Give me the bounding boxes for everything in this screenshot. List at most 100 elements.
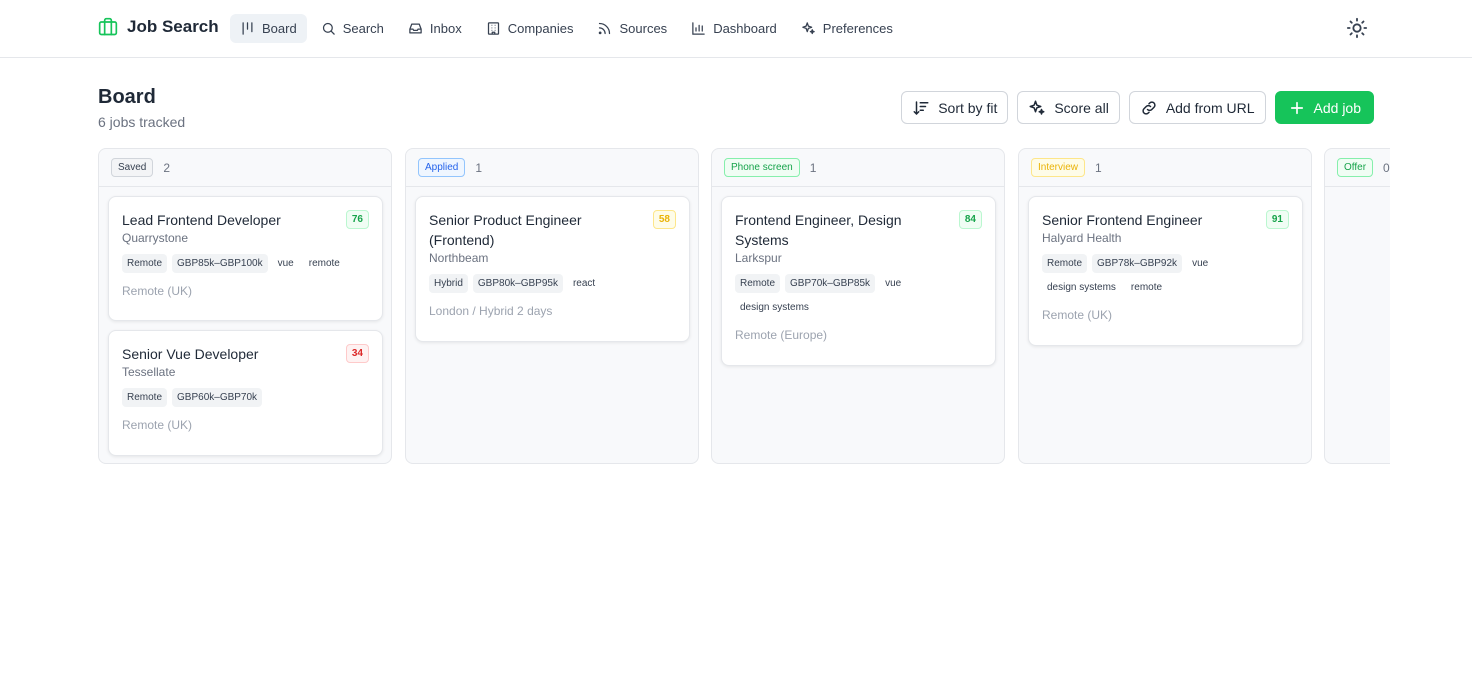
score-all-button[interactable]: Score all — [1017, 91, 1120, 124]
app-title: Job Search — [127, 17, 219, 36]
tag: GBP60k–GBP70k — [172, 388, 263, 407]
sort-by-fit-button[interactable]: Sort by fit — [901, 91, 1009, 124]
tag: Remote — [1042, 254, 1088, 273]
job-card[interactable]: Senior Vue Developer Tessellate 34 Remot… — [108, 330, 383, 456]
column-saved: Saved 2 Lead Frontend Developer Quarryst… — [98, 148, 392, 464]
nav-search-label: Search — [342, 21, 384, 36]
nav-dashboard[interactable]: Dashboard — [681, 14, 787, 43]
tag: Remote — [122, 388, 168, 407]
kanban-board: Saved 2 Lead Frontend Developer Quarryst… — [98, 148, 1390, 466]
search-icon — [322, 22, 335, 35]
nav-inbox[interactable]: Inbox — [398, 14, 472, 43]
nav-companies-label: Companies — [507, 21, 574, 36]
job-title: Frontend Engineer, Design Systems — [735, 212, 902, 248]
nav-dashboard-label: Dashboard — [713, 21, 777, 36]
column-count: 1 — [475, 160, 483, 175]
company-name: Northbeam — [429, 251, 489, 265]
stage-badge-applied: Applied — [418, 158, 466, 177]
stage-badge-interview: Interview — [1031, 158, 1086, 177]
jobs-count: 6 jobs tracked — [98, 114, 186, 130]
brand[interactable]: Job Search — [98, 17, 219, 37]
fit-score-badge: 34 — [345, 344, 369, 363]
nav-search[interactable]: Search — [311, 14, 394, 43]
tag: react — [572, 278, 596, 289]
stage-badge-phone-screen: Phone screen — [724, 158, 800, 177]
column-header: Offer 0 — [1325, 149, 1390, 187]
job-card[interactable]: Frontend Engineer, Design Systems Larksp… — [721, 196, 996, 366]
company-name: Larkspur — [735, 251, 782, 265]
tag: Remote — [735, 274, 781, 293]
job-location: Remote (UK) — [122, 418, 193, 432]
tag: remote — [1130, 282, 1163, 293]
nav-board-label: Board — [262, 21, 297, 36]
stage-badge-offer: Offer — [1337, 158, 1374, 177]
column-header: Phone screen 1 — [712, 149, 1004, 187]
plus-icon — [1290, 101, 1303, 114]
rss-icon — [599, 22, 611, 35]
tag: Remote — [122, 254, 168, 273]
tag: GBP78k–GBP92k — [1092, 254, 1183, 273]
sort-icon — [913, 100, 929, 115]
add-job-button[interactable]: Add job — [1274, 91, 1374, 124]
fit-score-badge: 84 — [958, 210, 982, 229]
add-from-url-label: Add from URL — [1165, 99, 1255, 116]
company-name: Tessellate — [122, 365, 176, 379]
sun-icon[interactable] — [1346, 17, 1368, 39]
column-count: 0 — [1383, 160, 1390, 175]
fit-score-badge: 76 — [345, 210, 369, 229]
nav-sources-label: Sources — [619, 21, 668, 36]
job-card[interactable]: Senior Product Engineer (Frontend) North… — [415, 196, 690, 342]
job-title: Senior Vue Developer — [122, 346, 259, 362]
tag: design systems — [740, 302, 809, 313]
company-name: Halyard Health — [1042, 231, 1122, 245]
column-offer: Offer 0 — [1324, 148, 1390, 464]
link-icon — [1142, 100, 1156, 115]
job-location: Remote (Europe) — [735, 328, 828, 342]
column-interview: Interview 1 Senior Frontend Engineer Hal… — [1018, 148, 1312, 464]
fit-score-badge: 91 — [1265, 210, 1289, 229]
top-nav: Job Search Board Search Inbox Companies … — [0, 0, 1472, 58]
column-count: 1 — [1095, 160, 1102, 175]
column-header: Interview 1 — [1019, 149, 1311, 187]
stage-badge-saved: Saved — [111, 158, 154, 177]
job-card[interactable]: Lead Frontend Developer Quarrystone 76 R… — [108, 196, 383, 321]
tag: design systems — [1047, 282, 1116, 293]
nav-preferences-label: Preferences — [822, 21, 893, 36]
column-applied: Applied 1 Senior Product Engineer (Front… — [405, 148, 699, 464]
job-location: Remote (UK) — [1042, 308, 1113, 322]
sparkles-icon — [1029, 100, 1045, 115]
column-phone-screen: Phone screen 1 Frontend Engineer, Design… — [711, 148, 1005, 464]
add-job-label: Add job — [1313, 99, 1361, 116]
tag: remote — [308, 258, 340, 269]
nav-companies[interactable]: Companies — [476, 14, 584, 43]
tag: vue — [277, 258, 294, 269]
board-icon — [242, 22, 253, 35]
chart-icon — [692, 22, 705, 35]
column-count: 2 — [163, 160, 171, 175]
page-title: Board — [98, 86, 156, 108]
job-title: Senior Product Engineer (Frontend) — [429, 212, 582, 248]
tag: Hybrid — [429, 274, 468, 293]
tag: vue — [885, 278, 902, 289]
job-location: London / Hybrid 2 days — [429, 304, 553, 318]
nav-preferences[interactable]: Preferences — [791, 14, 903, 43]
company-name: Quarrystone — [122, 231, 189, 245]
column-count: 1 — [809, 160, 817, 175]
nav-sources[interactable]: Sources — [587, 14, 677, 43]
building-icon — [487, 22, 499, 35]
job-card[interactable]: Senior Frontend Engineer Halyard Health … — [1028, 196, 1303, 346]
column-header: Applied 1 — [406, 149, 698, 187]
add-from-url-button[interactable]: Add from URL — [1128, 91, 1266, 124]
board-actions: Sort by fit Score all Add from URL Add j… — [901, 91, 1374, 124]
inbox-icon — [409, 23, 422, 34]
job-title: Lead Frontend Developer — [122, 212, 281, 228]
column-header: Saved 2 — [99, 149, 391, 187]
briefcase-icon — [98, 17, 118, 36]
nav-board[interactable]: Board — [230, 14, 307, 43]
nav-inbox-label: Inbox — [429, 21, 462, 36]
sparkles-icon — [802, 22, 815, 35]
tag: GBP80k–GBP95k — [472, 274, 563, 293]
job-title: Senior Frontend Engineer — [1042, 212, 1203, 228]
fit-score-badge: 58 — [652, 210, 676, 229]
tag: GBP70k–GBP85k — [785, 274, 876, 293]
